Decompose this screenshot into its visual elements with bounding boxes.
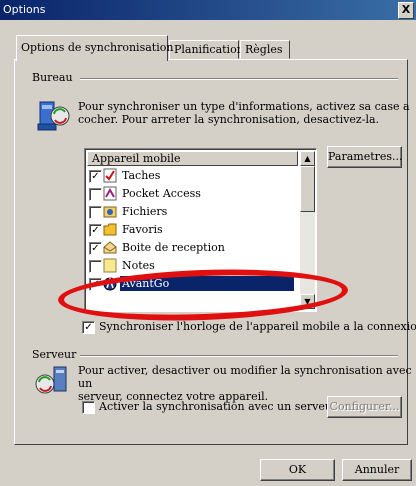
- list-item-label: Pocket Access: [122, 187, 201, 200]
- list-item-label: Boite de reception: [122, 241, 225, 254]
- list-item-label: Notes: [122, 259, 155, 272]
- taches-checkbox[interactable]: ✓: [89, 170, 102, 183]
- scroll-down-button[interactable]: ▼: [300, 294, 315, 309]
- list-item-label: Taches: [122, 169, 161, 182]
- mobile-device-list[interactable]: Appareil mobile ✓ Taches Pocket Access F…: [84, 148, 317, 312]
- scroll-thumb[interactable]: [300, 166, 315, 212]
- bureau-group-label: Bureau: [30, 71, 75, 84]
- list-item-label: Fichiers: [122, 205, 168, 218]
- list-header[interactable]: Appareil mobile: [87, 151, 298, 166]
- parameters-button[interactable]: Parametres...: [327, 146, 403, 168]
- tab-label: Planification: [174, 43, 244, 56]
- window-title: Options: [3, 3, 46, 16]
- bureau-description-line2: cocher. Pour arreter la synchronisation,…: [78, 113, 380, 126]
- favorites-folder-icon: [103, 223, 117, 236]
- serveur-group-label: Serveur: [30, 348, 79, 361]
- group-divider: [80, 355, 398, 357]
- cancel-button[interactable]: Annuler: [342, 459, 412, 481]
- list-item-label: Favoris: [122, 223, 163, 236]
- close-button[interactable]: X: [398, 2, 414, 19]
- list-item-fichiers[interactable]: Fichiers: [89, 203, 295, 221]
- sync-clock-checkbox[interactable]: ✓: [82, 321, 95, 334]
- avantgo-checkbox[interactable]: ✓: [89, 278, 102, 291]
- favoris-checkbox[interactable]: ✓: [89, 224, 102, 237]
- list-item-taches[interactable]: ✓ Taches: [89, 167, 295, 185]
- title-bar: Options X: [0, 0, 416, 20]
- sync-computer-icon: [37, 101, 70, 131]
- list-item-notes[interactable]: Notes: [89, 257, 295, 275]
- tasks-icon: [103, 168, 117, 183]
- enable-server-checkbox[interactable]: [82, 401, 95, 414]
- list-item-favoris[interactable]: ✓ Favoris: [89, 221, 295, 239]
- pocket-access-icon: [103, 186, 117, 201]
- ok-button[interactable]: OK: [260, 459, 335, 481]
- files-icon: [103, 206, 117, 218]
- list-item-pocket-access[interactable]: Pocket Access: [89, 185, 295, 203]
- boite-de-reception-checkbox[interactable]: ✓: [89, 242, 102, 255]
- tab-options-de-synchronisation[interactable]: Options de synchronisation: [16, 35, 173, 61]
- enable-server-label: Activer la synchronisation avec un serve…: [99, 400, 338, 413]
- avantgo-icon: [103, 276, 117, 291]
- tab-regles[interactable]: Règles: [240, 40, 290, 59]
- tab-label: Options de synchronisation: [21, 41, 174, 54]
- list-item-label: AvantGo: [120, 276, 294, 291]
- notes-icon: [103, 258, 117, 273]
- server-sync-icon: [35, 366, 67, 394]
- notes-checkbox[interactable]: [89, 260, 102, 273]
- list-item-avantgo[interactable]: ✓ AvantGo: [89, 275, 295, 293]
- inbox-icon: [103, 241, 117, 254]
- tab-planification[interactable]: Planification: [169, 40, 244, 59]
- fichiers-checkbox[interactable]: [89, 206, 102, 219]
- tab-label: Règles: [245, 43, 283, 56]
- group-divider: [80, 78, 398, 80]
- configure-button[interactable]: Configurer...: [327, 396, 402, 418]
- scroll-up-button[interactable]: ▲: [300, 151, 315, 166]
- bureau-description-line1: Pour synchroniser un type d'informations…: [78, 100, 410, 113]
- serveur-description-line1: Pour activer, desactiver ou modifier la …: [78, 364, 412, 390]
- list-item-boite-de-reception[interactable]: ✓ Boite de reception: [89, 239, 295, 257]
- sync-clock-label: Synchroniser l'horloge de l'appareil mob…: [99, 320, 416, 333]
- pocket-access-checkbox[interactable]: [89, 188, 102, 201]
- list-scrollbar[interactable]: ▲ ▼: [300, 151, 315, 309]
